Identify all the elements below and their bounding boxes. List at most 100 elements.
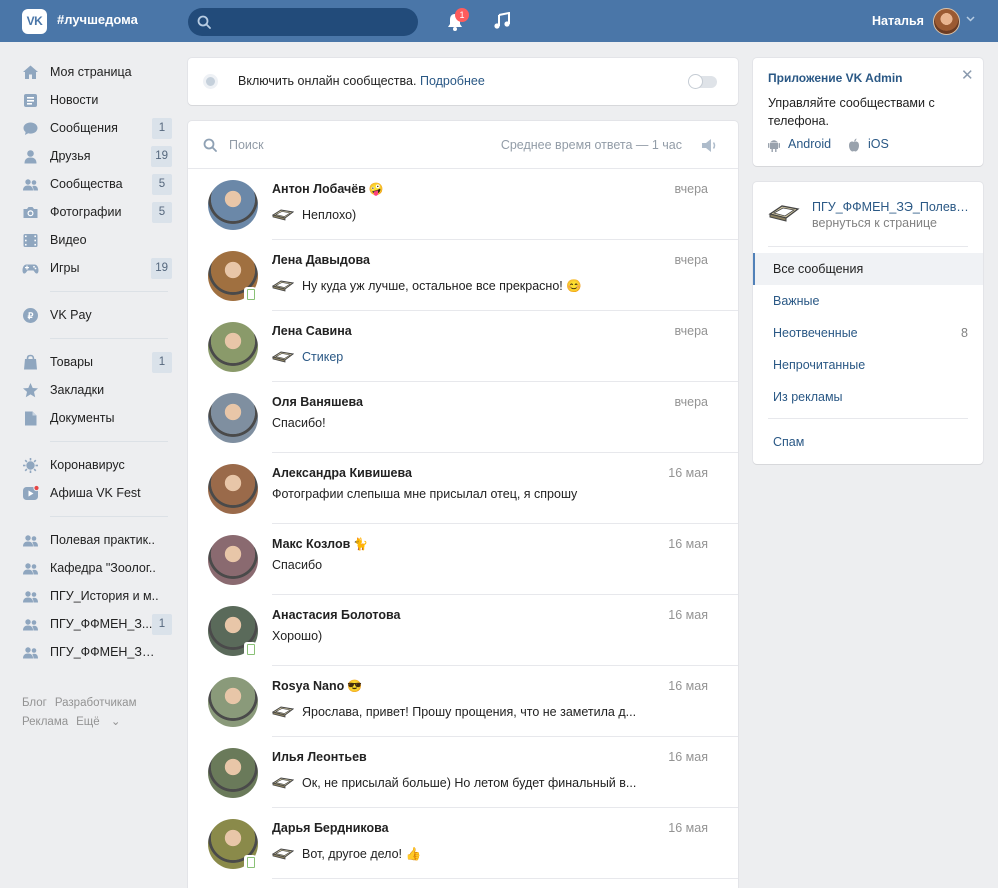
nav-item-main-1[interactable]: Новости: [22, 86, 174, 114]
apple-icon: [849, 138, 859, 152]
avatar[interactable]: [208, 677, 258, 727]
dialog-row[interactable]: Дарья Бердникова 16 мая Вот, другое дело! …: [188, 808, 738, 879]
nav-item-groups-3[interactable]: ПГУ_ФФМЕН_З... 1: [22, 610, 174, 638]
avatar[interactable]: [208, 322, 258, 372]
gamepad-icon: [22, 264, 39, 274]
android-link[interactable]: Android: [768, 137, 832, 152]
hashtag-link[interactable]: #лучшедома: [57, 12, 138, 27]
status-emoji: 🐈: [353, 537, 369, 551]
nav-item-label: Афиша VK Fest: [50, 486, 141, 500]
nav-item-tools-2[interactable]: Документы: [22, 404, 174, 432]
footer-link-developers[interactable]: Разработчикам: [55, 697, 137, 709]
dialog-row[interactable]: Макс Козлов 🐈 16 мая Спасибо: [188, 524, 738, 595]
nav-item-special-1[interactable]: Афиша VK Fest: [22, 479, 174, 507]
filter-0[interactable]: Все сообщения: [753, 253, 983, 285]
nav-item-main-2[interactable]: Сообщения 1: [22, 114, 174, 142]
dialog-name[interactable]: Антон Лобачёв 🤪: [272, 182, 384, 196]
filter-2[interactable]: Неотвеченные 8: [753, 317, 983, 349]
nav-item-groups-0[interactable]: Полевая практик..: [22, 526, 174, 554]
dialog-row[interactable]: Rosya Nano 😎 16 мая Ярослава, привет! Прошу…: [188, 666, 738, 737]
divider: [768, 246, 968, 247]
android-label: Android: [788, 137, 832, 151]
header-search-input[interactable]: [216, 8, 411, 36]
nav-item-tools-1[interactable]: Закладки: [22, 376, 174, 404]
nav-item-main-5[interactable]: Фотографии 5: [22, 198, 174, 226]
dialog-last-message: Ярослава, привет! Прошу прощения, что не…: [272, 704, 652, 719]
news-icon: [24, 94, 37, 107]
group-logo-icon: [272, 280, 294, 292]
avatar[interactable]: [208, 393, 258, 443]
dialog-row[interactable]: Оля Ваняшева вчера Спасибо!: [188, 382, 738, 453]
nav-item-main-4[interactable]: Сообщества 5: [22, 170, 174, 198]
dialogs-search-placeholder[interactable]: Поиск: [229, 138, 264, 152]
nav-item-main-3[interactable]: Друзья 19: [22, 142, 174, 170]
camera-icon: [23, 207, 38, 218]
dialog-name[interactable]: Rosya Nano 😎: [272, 679, 362, 693]
more-info-link[interactable]: Подробнее: [420, 74, 485, 88]
avatar[interactable]: [208, 180, 258, 230]
close-icon[interactable]: ✕: [961, 68, 974, 83]
filter-4[interactable]: Из рекламы: [753, 381, 983, 413]
filter-label: Спам: [773, 435, 805, 449]
nav-item-main-0[interactable]: Моя страница: [22, 58, 174, 86]
footer-link-more[interactable]: Ещё ⌄: [76, 716, 120, 728]
avatar[interactable]: [208, 748, 258, 798]
footer-link-blog[interactable]: Блог: [22, 697, 47, 709]
dialog-row[interactable]: Анастасия Болотова 16 мая Хорошо): [188, 595, 738, 666]
dialog-row[interactable]: Александра Кивишева 16 мая Фотографии слеп…: [188, 453, 738, 524]
back-to-page-link[interactable]: вернуться к странице: [812, 216, 937, 230]
online-toggle[interactable]: [688, 74, 717, 89]
dialog-name[interactable]: Макс Козлов 🐈: [272, 537, 368, 551]
dialog-name[interactable]: Лена Савина: [272, 324, 352, 338]
header-search[interactable]: [188, 8, 418, 36]
nav-item-label: Закладки: [50, 383, 105, 397]
nav-item-label: Игры: [50, 261, 80, 275]
dialog-name[interactable]: Оля Ваняшева: [272, 395, 363, 409]
dialog-name[interactable]: Илья Леонтьев: [272, 750, 367, 764]
group-icon: [23, 563, 38, 575]
user-name[interactable]: Наталья: [872, 14, 924, 28]
dialog-row[interactable]: Илья Леонтьев 16 мая Ок, не присылай больш…: [188, 737, 738, 808]
filter-3[interactable]: Непрочитанные: [753, 349, 983, 381]
dialogs-search-bar[interactable]: Поиск Среднее время ответа — 1 час: [188, 121, 738, 169]
vk-logo[interactable]: VK: [22, 9, 47, 34]
nav-item-special-0[interactable]: Коронавирус: [22, 451, 174, 479]
nav-item-groups-4[interactable]: ПГУ_ФФМЕН_ЗЭ_П...: [22, 638, 174, 666]
dialog-row[interactable]: Антон Лобачёв 🤪 вчера Неплохо): [188, 169, 738, 240]
dialog-time: 16 мая: [668, 537, 708, 551]
dialog-name[interactable]: Лена Давыдова: [272, 253, 370, 267]
chevron-down-icon[interactable]: [966, 16, 975, 22]
nav-item-main-7[interactable]: Игры 19: [22, 254, 174, 282]
nav-item-label: Товары: [50, 355, 93, 369]
speaker-icon[interactable]: [701, 138, 719, 153]
nav-item-groups-2[interactable]: ПГУ_История и м..: [22, 582, 174, 610]
user-avatar[interactable]: [933, 8, 960, 35]
filter-spam[interactable]: Спам: [753, 426, 983, 458]
ios-link[interactable]: iOS: [849, 137, 889, 152]
dialog-last-message: Фотографии слепыша мне присылал отец, я …: [272, 487, 578, 501]
dialog-row[interactable]: Лена Давыдова вчера Ну куда уж лучше, оста…: [188, 240, 738, 311]
dialog-last-message: Спасибо!: [272, 416, 326, 430]
friends-icon: [24, 150, 37, 164]
group-name[interactable]: ПГУ_ФФМЕН_ЗЭ_Полевая практика: [812, 200, 972, 214]
avatar[interactable]: [208, 464, 258, 514]
admin-title[interactable]: Приложение VK Admin: [768, 71, 903, 85]
nav-item-tools-0[interactable]: Товары 1: [22, 348, 174, 376]
dialog-name[interactable]: Александра Кивишева: [272, 466, 412, 480]
group-header[interactable]: ПГУ_ФФМЕН_ЗЭ_Полевая практика вернуться …: [768, 200, 973, 232]
dialog-name[interactable]: Анастасия Болотова: [272, 608, 400, 622]
music-icon[interactable]: [493, 12, 511, 30]
nav-item-main-6[interactable]: Видео: [22, 226, 174, 254]
nav-item-label: Друзья: [50, 149, 91, 163]
left-navigation: Моя страница Новости Сообщения 1 Друзья 19 Соо…: [22, 58, 174, 666]
nav-item-groups-1[interactable]: Кафедра "Зоолог..: [22, 554, 174, 582]
filter-1[interactable]: Важные: [753, 285, 983, 317]
dialog-name[interactable]: Дарья Бердникова: [272, 821, 389, 835]
dialog-time: вчера: [674, 253, 708, 267]
groups-icon: [23, 179, 38, 191]
avatar[interactable]: [208, 535, 258, 585]
footer-link-ads[interactable]: Реклама: [22, 716, 68, 728]
nav-item-pay-0[interactable]: ₽ VK Pay: [22, 301, 174, 329]
search-icon: [197, 15, 211, 29]
dialog-row[interactable]: Лена Савина вчера Стикер: [188, 311, 738, 382]
